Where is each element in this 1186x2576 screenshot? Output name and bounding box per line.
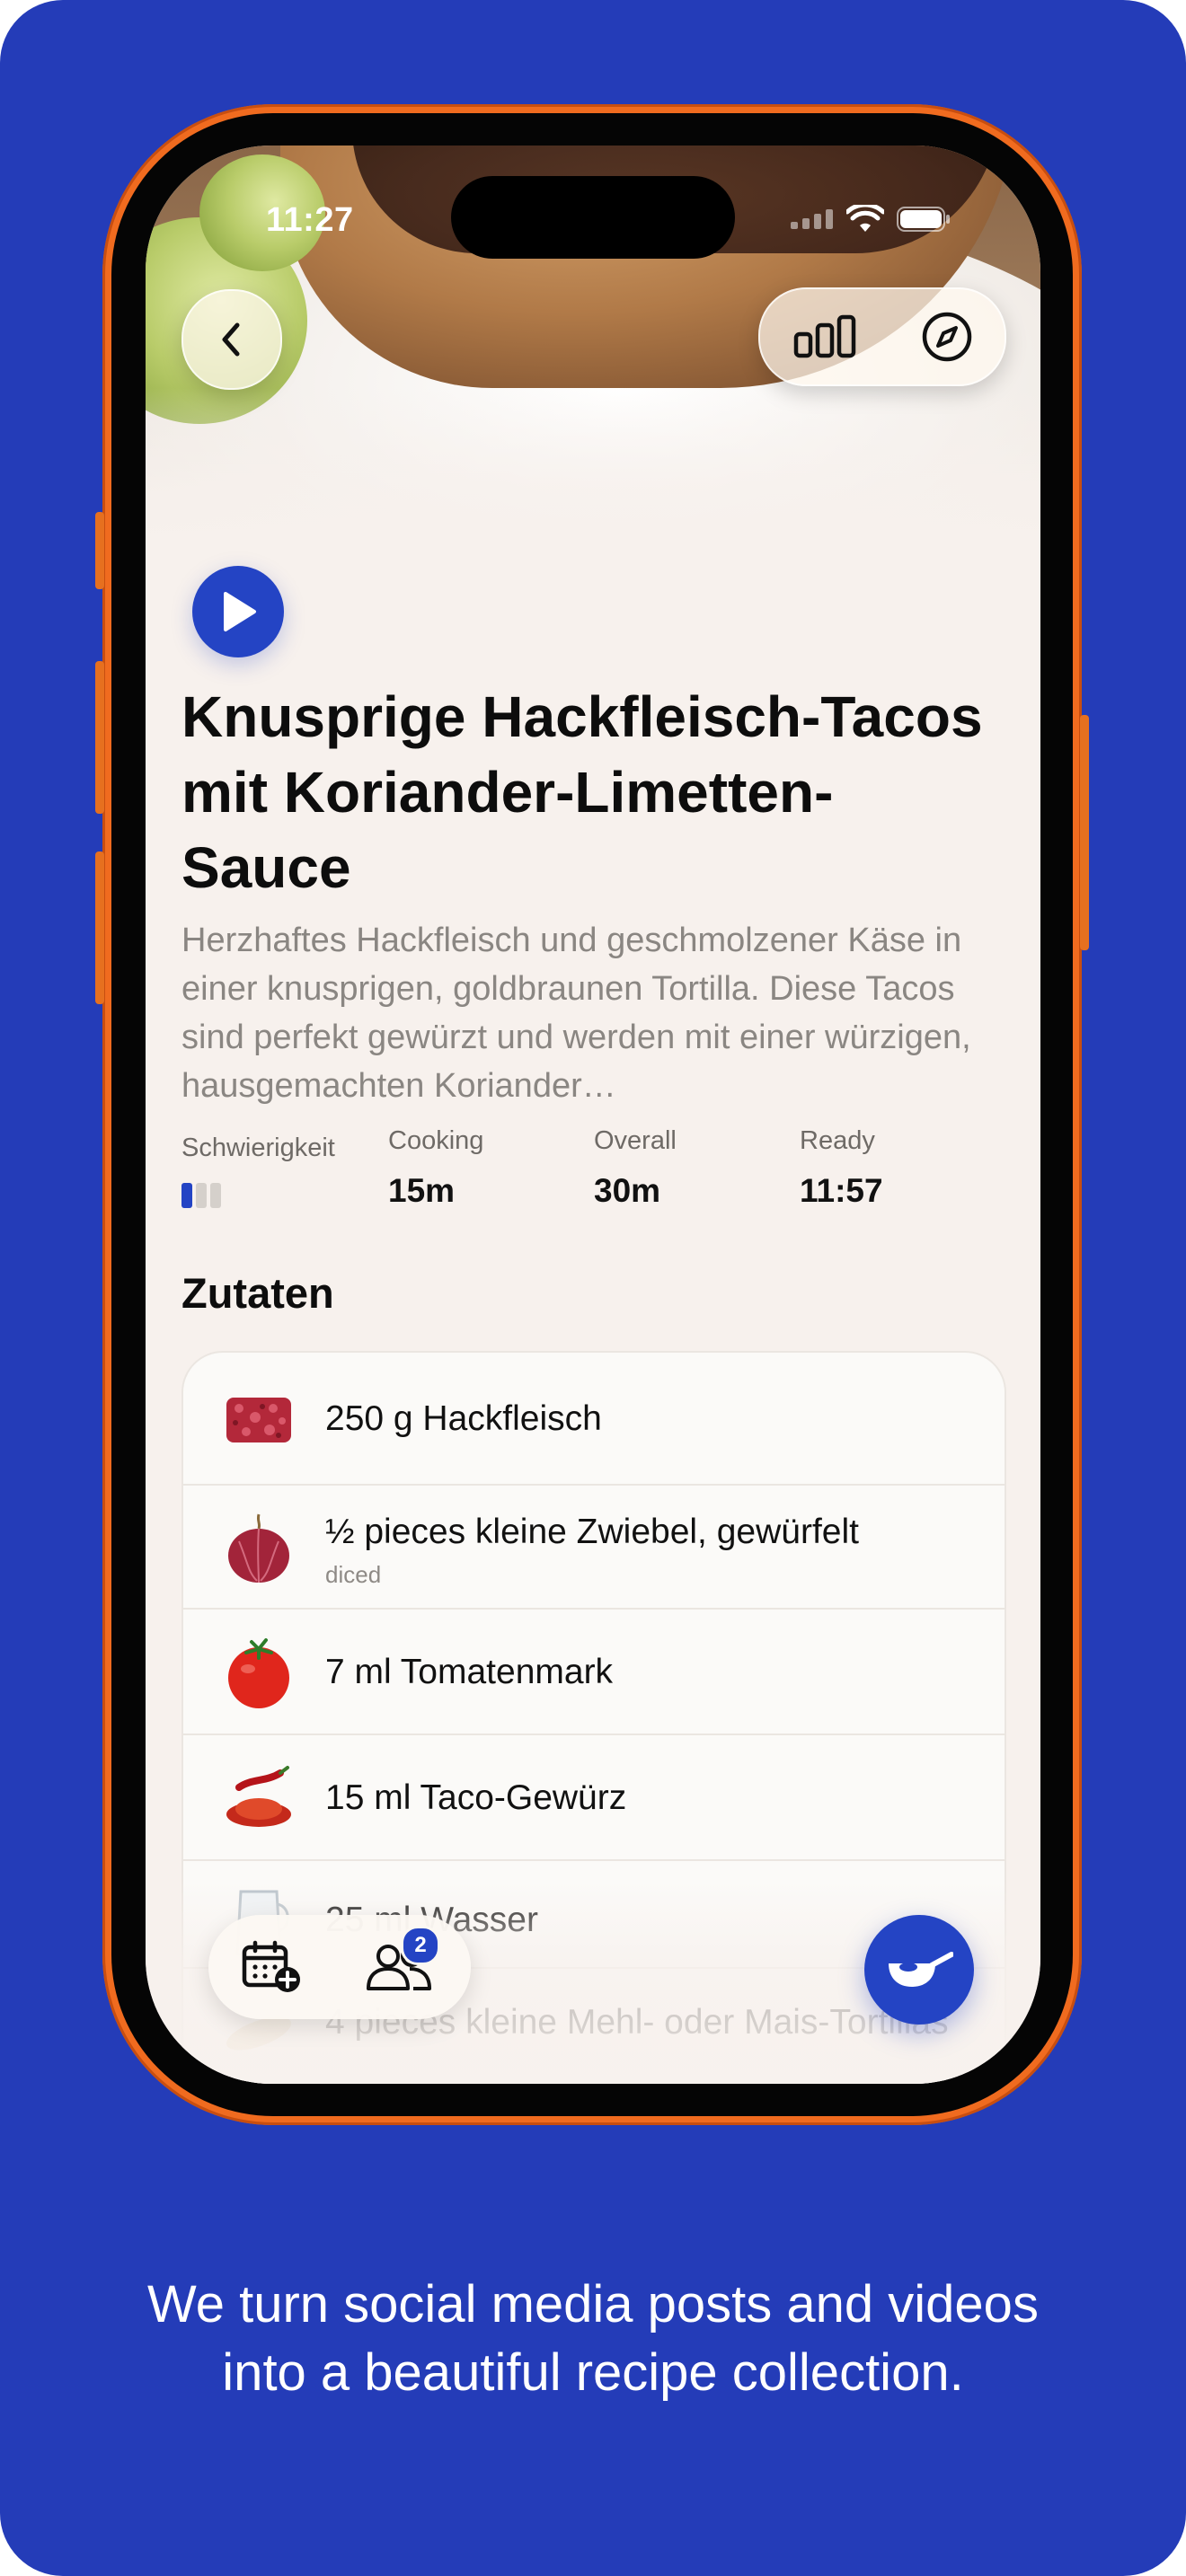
ingredient-name: 250 g Hackfleisch: [325, 1399, 602, 1438]
ready-label: Ready: [800, 1126, 875, 1155]
difficulty-stat: Schwierigkeit: [181, 1134, 335, 1208]
overall-value: 30m: [594, 1172, 661, 1209]
cellular-icon: [791, 209, 834, 234]
household-count-badge: 2: [401, 1926, 440, 1965]
volume-up-button: [95, 661, 104, 814]
calendar-add-icon: [242, 1940, 300, 1992]
compass-icon: [922, 312, 971, 362]
frying-pan-icon: [889, 1952, 953, 1987]
ingredients-heading: Zutaten: [181, 1269, 334, 1317]
overall-stat: Overall 30m: [594, 1126, 677, 1210]
recipe-stats: Schwierigkeit Cooking 15m Overall 30m Re…: [181, 1126, 1008, 1241]
marketing-tagline: We turn social media posts and videos in…: [0, 2271, 1186, 2407]
ingredient-name: ½ pieces kleine Zwiebel, gewürfelt: [325, 1513, 859, 1551]
overall-label: Overall: [594, 1126, 677, 1155]
nutrition-button[interactable]: [792, 314, 857, 359]
play-icon: [224, 592, 256, 631]
ingredient-name: 15 ml Taco-Gewürz: [325, 1778, 627, 1817]
add-to-calendar-button[interactable]: [235, 1931, 307, 2003]
app-store-canvas: 11:27 Knusprige Hackfleisch-Tacos mit Ko…: [0, 0, 1186, 2576]
app-screen: 11:27 Knusprige Hackfleisch-Tacos mit Ko…: [146, 146, 1040, 2084]
ready-value: 11:57: [800, 1172, 883, 1209]
difficulty-bar: [210, 1183, 221, 1208]
ingredient-note: diced: [325, 1561, 382, 1588]
status-icons: [791, 202, 951, 238]
bar-chart-icon: [793, 314, 855, 358]
wifi-icon: [845, 202, 886, 238]
back-button[interactable]: [181, 289, 282, 390]
start-cooking-button[interactable]: [864, 1915, 974, 2025]
play-video-button[interactable]: [192, 566, 284, 657]
difficulty-bar: [196, 1183, 207, 1208]
spice-icon: [226, 1766, 291, 1827]
cooking-value: 15m: [388, 1172, 456, 1209]
status-time: 11:27: [266, 201, 354, 239]
tagline-line-1: We turn social media posts and videos: [147, 2275, 1039, 2333]
top-actions-pill: [758, 287, 1006, 386]
bottom-dock: 2: [208, 1915, 471, 2019]
list-item[interactable]: 250 g Hackfleisch: [183, 1353, 1005, 1484]
dynamic-island: [451, 176, 735, 259]
list-item[interactable]: 7 ml Tomatenmark: [183, 1608, 1005, 1735]
action-button: [95, 512, 104, 589]
chevron-left-icon: [222, 322, 240, 357]
cooking-stat: Cooking 15m: [388, 1126, 483, 1210]
recipe-description[interactable]: Herzhaftes Hackfleisch und geschmolzener…: [181, 916, 999, 1110]
list-item[interactable]: ½ pieces kleine Zwiebel, gewürfelt diced: [183, 1484, 1005, 1610]
cooking-label: Cooking: [388, 1126, 484, 1155]
list-item[interactable]: 15 ml Taco-Gewürz: [183, 1734, 1005, 1861]
hero-fade: [146, 388, 1040, 541]
tagline-line-2: into a beautiful recipe collection.: [222, 2343, 964, 2402]
volume-down-button: [95, 851, 104, 1004]
difficulty-bar: [181, 1183, 192, 1208]
difficulty-label: Schwierigkeit: [181, 1134, 335, 1162]
ingredient-name: 7 ml Tomatenmark: [325, 1653, 614, 1691]
difficulty-meter: [181, 1183, 335, 1208]
household-button[interactable]: 2: [363, 1926, 440, 2003]
recipe-title: Knusprige Hackfleisch-Tacos mit Koriande…: [181, 684, 983, 900]
power-button: [1080, 715, 1089, 950]
ground-meat-icon: [226, 1398, 291, 1442]
onion-icon: [228, 1513, 289, 1584]
tomato-icon: [228, 1638, 289, 1708]
ready-stat: Ready 11:57: [800, 1126, 883, 1210]
battery-icon: [897, 207, 951, 236]
explore-button[interactable]: [921, 311, 973, 363]
